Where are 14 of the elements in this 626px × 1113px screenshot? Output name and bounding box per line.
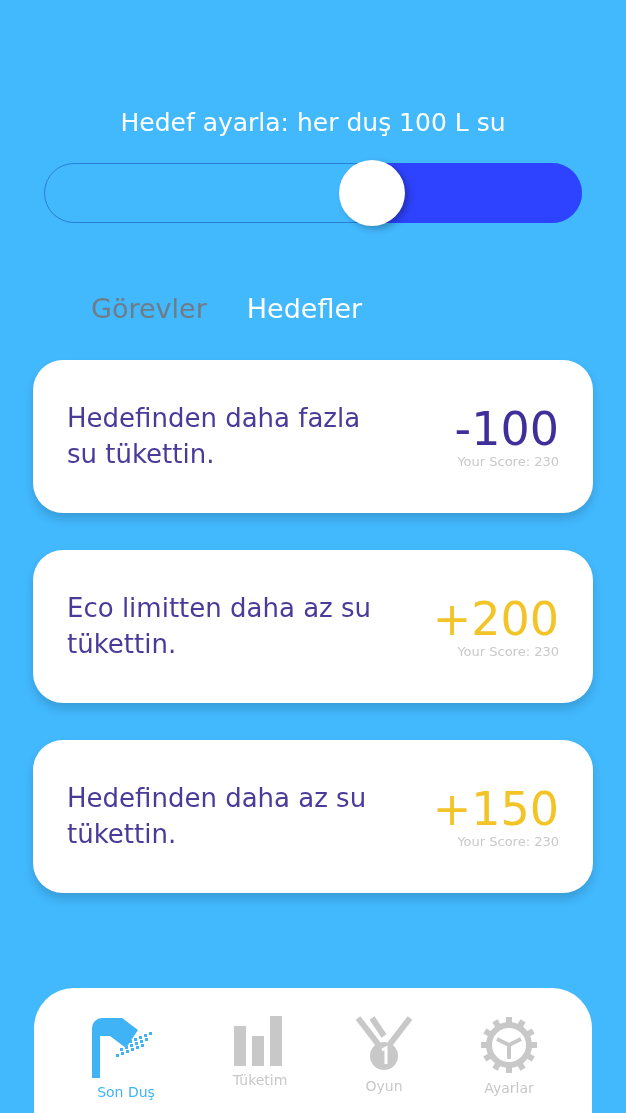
card-text: Eco limitten daha az su tükettin. bbox=[67, 592, 372, 661]
tab[interactable]: Hedefler bbox=[246, 293, 363, 324]
card-text: Hedefinden daha fazla su tükettin. bbox=[67, 402, 362, 471]
points: +200 bbox=[432, 593, 559, 645]
card-text: Hedefinden daha az su tükettin. bbox=[67, 782, 368, 851]
tab[interactable]: Görevler bbox=[91, 293, 207, 324]
points: +150 bbox=[432, 783, 559, 835]
settings-icon bbox=[480, 1016, 538, 1074]
nav-label[interactable]: Son Duş bbox=[97, 1084, 155, 1100]
medal-icon bbox=[356, 1016, 412, 1072]
goal-slider[interactable] bbox=[44, 163, 582, 223]
goal-title: Hedef ayarla: her duş 100 L su bbox=[120, 108, 506, 137]
points: -100 bbox=[454, 403, 559, 455]
slider-thumb[interactable] bbox=[338, 160, 405, 226]
